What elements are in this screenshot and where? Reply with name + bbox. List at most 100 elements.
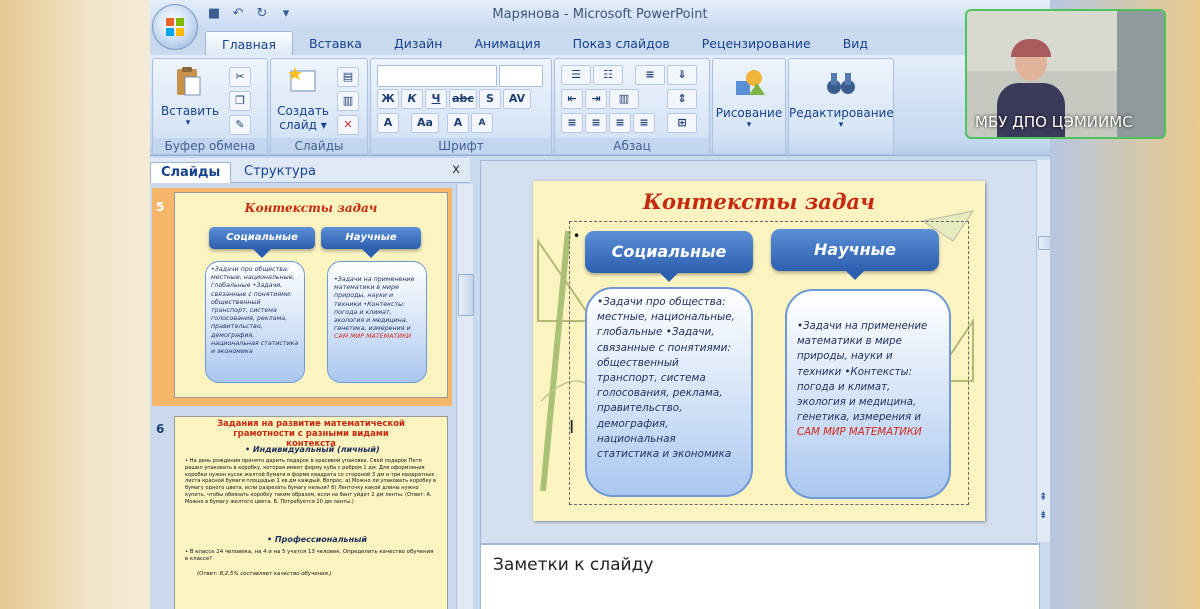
title-bar: ■ ↶ ↻ ▾ Марянова - Microsoft PowerPoint — [150, 0, 1050, 30]
drawing-group: Рисование ▾ — [712, 58, 786, 155]
strikethrough-button[interactable]: abc — [449, 89, 477, 109]
bold-button[interactable]: Ж — [377, 89, 399, 109]
thumb6-answer2: (Ответ: 8,2,5% составляет качество обуче… — [197, 571, 332, 577]
editing-button[interactable]: Редактирование ▾ — [789, 67, 894, 130]
italic-button[interactable]: К — [401, 89, 423, 109]
slide-scrollbar[interactable]: ⇞ ⇟ — [1036, 160, 1050, 542]
char-spacing-button[interactable]: AV — [503, 89, 531, 109]
slides-group-label: Слайды — [271, 138, 367, 154]
drawing-button[interactable]: Рисование ▾ — [713, 67, 785, 130]
format-painter-icon[interactable]: ✎ — [229, 115, 251, 135]
bullets-icon[interactable]: ☰ — [561, 65, 591, 85]
smartart-icon[interactable]: ⊞ — [667, 113, 697, 133]
slide-title[interactable]: Контексты задач — [533, 189, 985, 214]
prev-slide-icon[interactable]: ⇞ — [1039, 492, 1047, 503]
slide-number-6: 6 — [156, 422, 165, 436]
slides-group: Создать слайд ▾ ▤ ▥ ✕ Слайды — [270, 58, 368, 155]
office-button[interactable] — [152, 4, 198, 50]
tab-review[interactable]: Рецензирование — [686, 31, 827, 55]
slides-panel: Слайды Структура x 5 Контексты задач Соц… — [150, 158, 474, 609]
paste-icon — [177, 67, 201, 96]
tab-insert[interactable]: Вставка — [293, 31, 378, 55]
shadow-button[interactable]: S — [479, 89, 501, 109]
social-contexts-text[interactable]: •Задачи про общества: местные, националь… — [585, 287, 753, 497]
tab-animation[interactable]: Анимация — [458, 31, 556, 55]
slide-number-5: 5 — [156, 200, 165, 214]
social-header-pill[interactable]: Социальные — [585, 231, 753, 282]
align-center-icon[interactable]: ≡ — [585, 113, 607, 133]
tab-design[interactable]: Дизайн — [378, 31, 459, 55]
font-group-label: Шрифт — [371, 138, 551, 154]
copy-icon[interactable]: ❐ — [229, 91, 251, 111]
science-header-pill[interactable]: Научные — [771, 229, 939, 280]
font-group: Ж К Ч abc S AV A Aa A A Шрифт — [370, 58, 552, 155]
thumbnails-scrollbar-thumb[interactable] — [458, 274, 474, 316]
window-title: Марянова - Microsoft PowerPoint — [492, 7, 708, 22]
science-contexts-text[interactable]: •Задачи на применение математики в мире … — [785, 289, 951, 499]
tab-outline[interactable]: Структура — [234, 162, 326, 182]
text-direction-icon[interactable]: ⇓ — [667, 65, 697, 85]
align-right-icon[interactable]: ≡ — [609, 113, 631, 133]
paragraph-group: ☰ ☷ ≡ ⇓ ⇤ ⇥ ▥ ⇕ ≡ ≡ ≡ ≡ ⊞ Абзац — [554, 58, 710, 155]
thumb5-pill-social: Социальные — [209, 227, 315, 258]
panel-tabs: Слайды Структура x — [150, 158, 470, 183]
layout-icon[interactable]: ▤ — [337, 67, 359, 87]
columns-icon[interactable]: ▥ — [609, 89, 639, 109]
thumb6-section2: • Профессиональный — [267, 535, 367, 544]
ribbon: Вставить ▾ ✂ ❐ ✎ Буфер обмена Создать слай… — [150, 55, 1050, 156]
font-size-combo[interactable] — [499, 65, 543, 87]
thumb5-pill-science: Научные — [321, 227, 421, 258]
thumb6-section1: • Индивидуальный (личный) — [245, 445, 380, 454]
numbering-icon[interactable]: ☷ — [593, 65, 623, 85]
slide-thumbnail-5[interactable]: Контексты задач Социальные Научные •Зада… — [174, 192, 448, 398]
underline-button[interactable]: Ч — [425, 89, 447, 109]
thumb6-text1: • На день рождения принято дарить подаро… — [185, 458, 437, 505]
webcam-caption: МБУ ДПО ЦЭМИИМС — [975, 113, 1133, 131]
thumb6-text2: • В классе 24 человека, на 4 и на 5 учат… — [185, 549, 434, 562]
line-spacing-icon[interactable]: ≡ — [635, 65, 665, 85]
increase-indent-icon[interactable]: ⇥ — [585, 89, 607, 109]
slide-scrollbar-thumb[interactable] — [1038, 236, 1050, 250]
bullet-marker: • — [573, 229, 581, 243]
reset-icon[interactable]: ▥ — [337, 91, 359, 111]
next-slide-icon[interactable]: ⇟ — [1039, 510, 1047, 521]
slide-thumbnail-6[interactable]: Задания на развитие математической грамо… — [174, 416, 448, 609]
shrink-font-button[interactable]: A — [471, 113, 493, 133]
tab-home[interactable]: Главная — [205, 31, 293, 56]
powerpoint-window: ■ ↶ ↻ ▾ Марянова - Microsoft PowerPoint … — [150, 0, 1050, 609]
change-case-button[interactable]: Aa — [411, 113, 439, 133]
thumb5-science-text: •Задачи на применение математики в мире … — [327, 261, 427, 383]
align-left-icon[interactable]: ≡ — [561, 113, 583, 133]
tab-view[interactable]: Вид — [827, 31, 884, 55]
close-panel-icon[interactable]: x — [452, 162, 460, 177]
font-name-combo[interactable] — [377, 65, 497, 87]
paragraph-group-label: Абзац — [555, 138, 709, 154]
thumbnails-scrollbar[interactable] — [456, 184, 474, 609]
tab-slides[interactable]: Слайды — [150, 162, 232, 183]
delete-slide-icon[interactable]: ✕ — [337, 115, 359, 135]
thumb5-title: Контексты задач — [244, 201, 378, 215]
shapes-icon — [736, 70, 765, 95]
office-logo-icon — [166, 18, 184, 36]
editing-group: Редактирование ▾ — [788, 58, 894, 155]
cut-icon[interactable]: ✂ — [229, 67, 251, 87]
text-cursor-icon: I — [569, 417, 575, 438]
paste-button[interactable]: Вставить ▾ — [161, 65, 219, 128]
decrease-indent-icon[interactable]: ⇤ — [561, 89, 583, 109]
font-color-button[interactable]: A — [377, 113, 399, 133]
justify-icon[interactable]: ≡ — [633, 113, 655, 133]
thumb5-slide: Контексты задач Социальные Научные •Зада… — [175, 193, 447, 397]
binoculars-icon — [827, 73, 855, 94]
current-slide[interactable]: Контексты задач • Социальные Научные •За… — [533, 181, 985, 521]
tab-slideshow[interactable]: Показ слайдов — [557, 31, 686, 55]
align-text-icon[interactable]: ⇕ — [667, 89, 697, 109]
thumb6-slide: Задания на развитие математической грамо… — [175, 417, 447, 609]
slide-editor-area: Контексты задач • Социальные Научные •За… — [480, 160, 1040, 544]
new-slide-button[interactable]: Создать слайд ▾ — [275, 65, 331, 132]
new-slide-icon — [288, 67, 316, 92]
grow-font-button[interactable]: A — [447, 113, 469, 133]
ribbon-tabs: Главная Вставка Дизайн Анимация Показ сл… — [205, 31, 884, 56]
thumb5-social-text: •Задачи про общества: местные, националь… — [205, 261, 305, 383]
notes-pane[interactable]: Заметки к слайду — [480, 544, 1040, 609]
notes-placeholder: Заметки к слайду — [493, 555, 654, 575]
